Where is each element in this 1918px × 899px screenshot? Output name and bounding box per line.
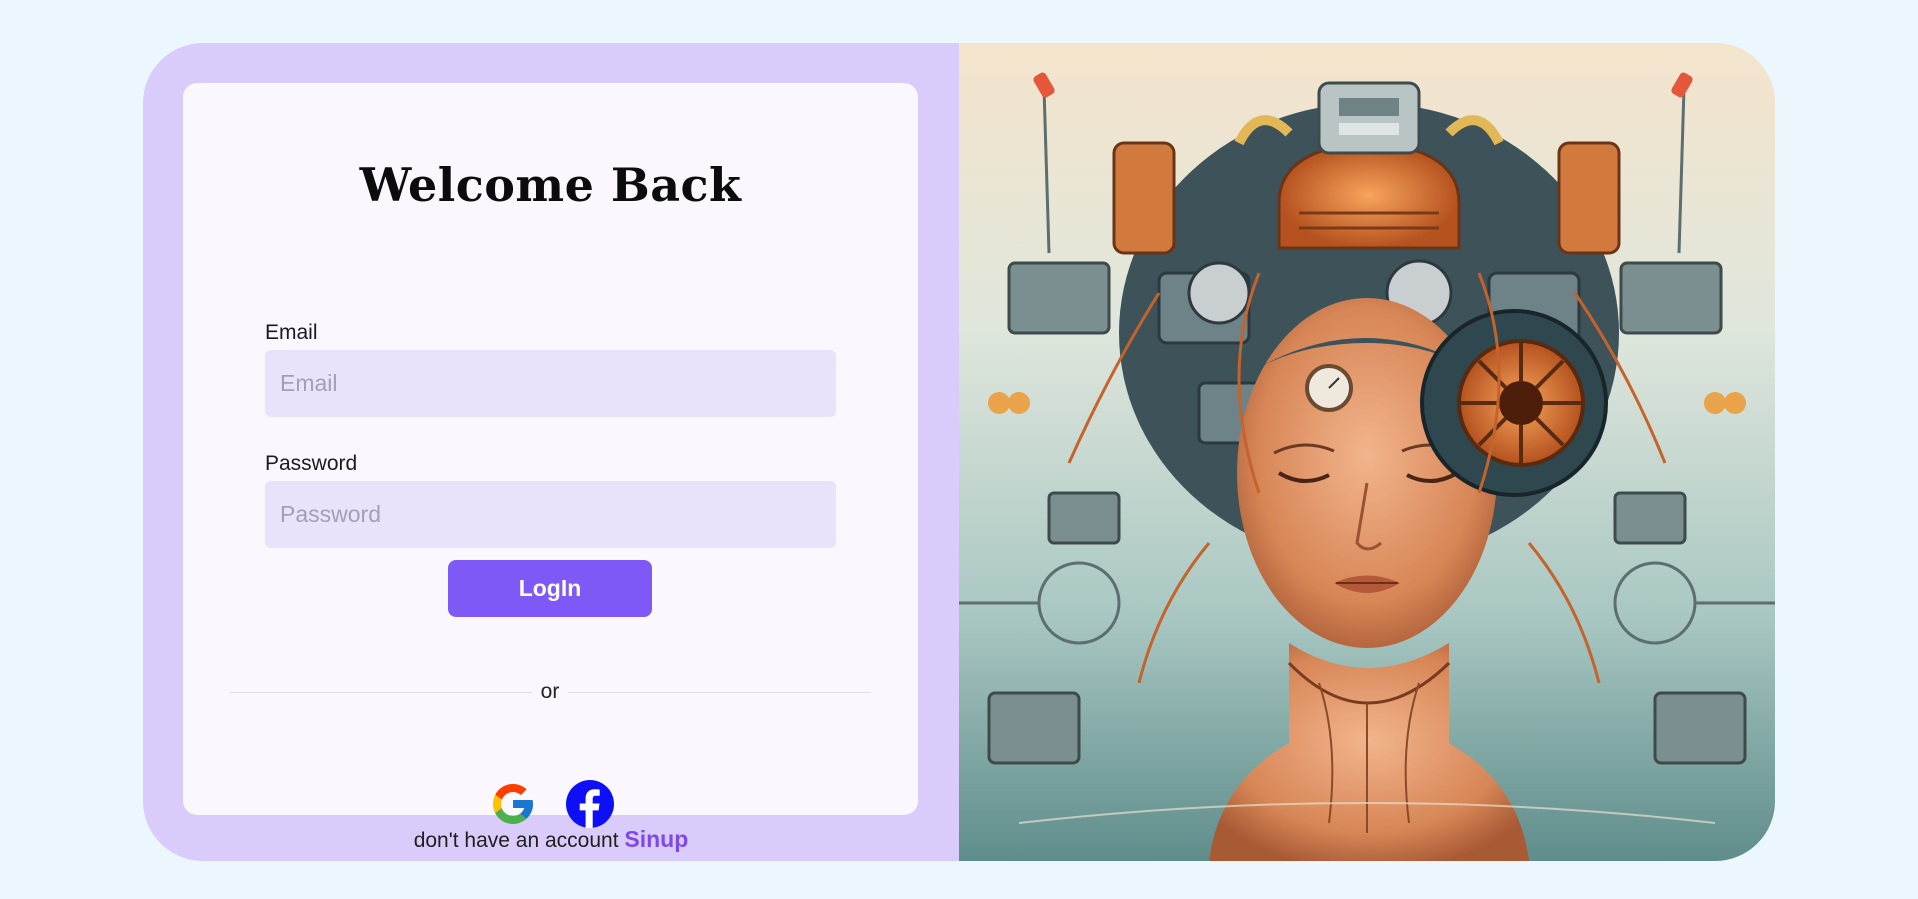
divider-text: or (540, 680, 560, 703)
signup-link[interactable]: Sinup (624, 826, 688, 852)
or-divider: or (229, 680, 871, 706)
password-label: Password (265, 452, 358, 475)
email-label: Email (265, 321, 318, 344)
password-field[interactable] (265, 481, 836, 548)
email-field[interactable] (265, 350, 836, 417)
facebook-icon (566, 780, 614, 828)
login-button[interactable]: LogIn (448, 560, 652, 617)
facebook-login-button[interactable] (566, 780, 614, 828)
login-card: Welcome Back Email Password LogIn or (143, 43, 1775, 861)
page: Welcome Back Email Password LogIn or (0, 0, 1918, 899)
robot-head-artwork (959, 43, 1775, 861)
google-icon (493, 784, 533, 824)
page-title: Welcome Back (359, 158, 742, 212)
google-login-button[interactable] (489, 780, 537, 828)
login-section: Welcome Back Email Password LogIn or (143, 43, 959, 861)
login-form: Welcome Back Email Password LogIn or (183, 83, 918, 828)
illustration-panel (959, 43, 1775, 861)
signup-prompt: don't have an account Sinup (143, 826, 959, 853)
signup-prompt-text: don't have an account (413, 829, 619, 852)
